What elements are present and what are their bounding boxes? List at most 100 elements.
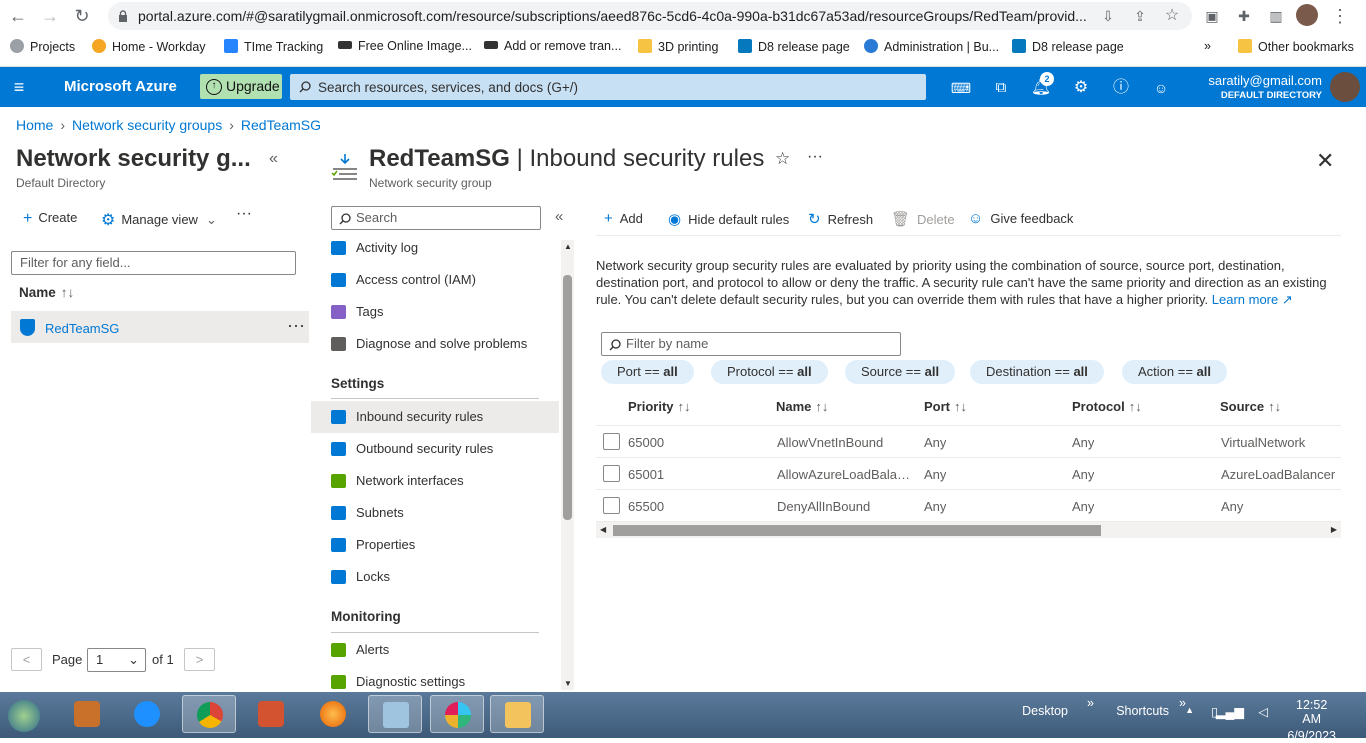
bookmark-d8-release-2[interactable]: D8 release page xyxy=(1012,39,1124,54)
puzzle-icon[interactable]: ✚ xyxy=(1234,6,1254,26)
volume-icon[interactable]: ◁ xyxy=(1258,704,1268,719)
close-icon[interactable]: ✕ xyxy=(1316,148,1334,174)
more-actions-icon[interactable]: ··· xyxy=(807,148,823,166)
menu-item-network-interfaces[interactable]: Network interfaces xyxy=(331,465,559,497)
account-info[interactable]: saratily@gmail.com DEFAULT DIRECTORY xyxy=(1208,73,1322,101)
directory-filter-icon[interactable]: ⧉ xyxy=(990,77,1012,99)
prev-page-button[interactable]: < xyxy=(11,648,42,671)
collapse-menu-icon[interactable]: « xyxy=(555,208,563,225)
menu-search-input[interactable]: Search xyxy=(331,206,541,230)
feedback-icon[interactable]: ☺ xyxy=(1150,77,1172,99)
menu-item-subnets[interactable]: Subnets xyxy=(331,497,559,529)
avatar[interactable] xyxy=(1330,72,1360,102)
upgrade-button[interactable]: Upgrade xyxy=(200,74,282,99)
download-icon[interactable]: ⇩ xyxy=(1098,6,1118,26)
column-header-name[interactable]: Name ↑↓ xyxy=(776,399,828,414)
bookmark-administration[interactable]: Administration | Bu... xyxy=(864,39,999,54)
filter-pill-action[interactable]: Action == all xyxy=(1122,360,1228,384)
table-row[interactable]: 65001 AllowAzureLoadBalan... Any Any Azu… xyxy=(596,458,1341,490)
shortcuts-toolbar[interactable]: Shortcuts xyxy=(1116,704,1169,718)
menu-item-inbound-rules[interactable]: Inbound security rules xyxy=(311,401,559,433)
reload-icon[interactable]: ↻ xyxy=(72,6,92,26)
signal-icon[interactable]: ▂▄▆ xyxy=(1216,704,1244,719)
menu-item-tags[interactable]: Tags xyxy=(331,296,559,328)
row-checkbox[interactable] xyxy=(603,433,620,450)
column-header-protocol[interactable]: Protocol ↑↓ xyxy=(1072,399,1142,414)
give-feedback-button[interactable]: ☺ Give feedback xyxy=(968,210,1073,227)
desktop-toolbar[interactable]: Desktop xyxy=(1022,704,1068,718)
menu-item-properties[interactable]: Properties xyxy=(331,529,559,561)
hide-default-rules-button[interactable]: ◉ Hide default rules xyxy=(668,210,789,228)
bookmarks-more[interactable]: » xyxy=(1204,39,1211,53)
hamburger-icon[interactable]: ≡ xyxy=(8,76,30,98)
filter-pill-source[interactable]: Source == all xyxy=(845,360,956,384)
filter-pill-destination[interactable]: Destination == all xyxy=(970,360,1104,384)
ie-icon[interactable] xyxy=(120,695,174,733)
column-header-source[interactable]: Source ↑↓ xyxy=(1220,399,1281,414)
sidepanel-icon[interactable]: ▥ xyxy=(1266,6,1286,26)
manage-view-button[interactable]: ⚙ Manage view ⌄ xyxy=(101,210,217,230)
menu-item-diagnostic-settings[interactable]: Diagnostic settings xyxy=(331,666,559,690)
menu-item-diagnose[interactable]: Diagnose and solve problems xyxy=(331,328,559,360)
learn-more-link[interactable]: Learn more ↗ xyxy=(1212,292,1293,307)
bookmark-time-tracking[interactable]: TIme Tracking xyxy=(224,39,323,54)
help-icon[interactable]: ⓘ xyxy=(1110,77,1132,99)
address-bar[interactable]: portal.azure.com/#@saratilygmail.onmicro… xyxy=(108,2,1192,30)
clock[interactable]: 12:52 AM 6/9/2023 xyxy=(1287,698,1336,743)
scroll-thumb[interactable] xyxy=(613,525,1101,536)
scroll-left-icon[interactable]: ◀ xyxy=(600,525,606,534)
name-column-header[interactable]: Name ↑↓ xyxy=(19,285,74,300)
row-checkbox[interactable] xyxy=(603,465,620,482)
refresh-button[interactable]: ↻ Refresh xyxy=(808,210,873,228)
cell-name[interactable]: AllowVnetInBound xyxy=(777,435,915,450)
extension-icon[interactable]: ▣ xyxy=(1202,6,1222,26)
favorite-star-icon[interactable]: ☆ xyxy=(775,149,790,169)
scroll-down-icon[interactable]: ▼ xyxy=(564,679,572,688)
page-select[interactable]: 1 ⌄ xyxy=(87,648,146,672)
scroll-up-icon[interactable]: ▲ xyxy=(564,242,572,251)
back-icon[interactable]: ← xyxy=(8,6,28,26)
scroll-right-icon[interactable]: ▶ xyxy=(1331,525,1337,534)
tray-expand-icon[interactable]: ▲ xyxy=(1185,705,1194,715)
filter-pill-protocol[interactable]: Protocol == all xyxy=(711,360,828,384)
add-button[interactable]: + Add xyxy=(604,210,643,227)
scroll-thumb[interactable] xyxy=(563,275,572,520)
bookmark-remove[interactable]: Add or remove tran... xyxy=(484,39,621,53)
table-scrollbar[interactable]: ◀ ▶ xyxy=(596,522,1341,538)
menu-item-alerts[interactable]: Alerts xyxy=(331,634,559,666)
filter-field-input[interactable]: Filter for any field... xyxy=(11,251,296,275)
delete-button[interactable]: 🗑︎ Delete xyxy=(891,210,955,228)
bookmark-projects[interactable]: Projects xyxy=(10,39,75,54)
bookmark-d8-release[interactable]: D8 release page xyxy=(738,39,850,54)
explorer-icon[interactable] xyxy=(490,695,544,733)
cell-name[interactable]: DenyAllInBound xyxy=(777,499,915,514)
menu-item-outbound-rules[interactable]: Outbound security rules xyxy=(331,433,559,465)
row-more-icon[interactable]: ··· xyxy=(287,315,305,336)
cell-name[interactable]: AllowAzureLoadBalan... xyxy=(777,467,915,482)
menu-item-iam[interactable]: Access control (IAM) xyxy=(331,264,559,296)
bookmark-other[interactable]: Other bookmarks xyxy=(1238,39,1354,54)
cloud-shell-icon[interactable]: ⌨ xyxy=(950,77,972,99)
menu-item-locks[interactable]: Locks xyxy=(331,561,559,593)
brand-title[interactable]: Microsoft Azure xyxy=(64,78,177,95)
create-button[interactable]: + Create xyxy=(23,210,77,228)
collapse-left-icon[interactable]: « xyxy=(269,150,278,168)
toolbar-expand-icon[interactable]: » xyxy=(1087,696,1094,710)
bookmark-3d-printing[interactable]: 3D printing xyxy=(638,39,718,54)
row-checkbox[interactable] xyxy=(603,497,620,514)
more-options-icon[interactable]: ··· xyxy=(236,205,252,223)
global-search-input[interactable]: Search resources, services, and docs (G+… xyxy=(290,74,926,100)
column-header-priority[interactable]: Priority ↑↓ xyxy=(628,399,691,414)
app-icon-1[interactable] xyxy=(60,695,114,733)
app-icon-2[interactable] xyxy=(244,695,298,733)
gear-icon[interactable]: ⚙ xyxy=(1070,77,1092,99)
slack-icon[interactable] xyxy=(430,695,484,733)
browser-menu-icon[interactable]: ⋮ xyxy=(1330,6,1350,26)
notepad-icon[interactable] xyxy=(368,695,422,733)
list-item-name[interactable]: RedTeamSG xyxy=(45,321,119,336)
table-row[interactable]: 65500 DenyAllInBound Any Any Any xyxy=(596,490,1341,522)
breadcrumb-nsg[interactable]: Network security groups xyxy=(72,117,222,133)
filter-pill-port[interactable]: Port == all xyxy=(601,360,694,384)
next-page-button[interactable]: > xyxy=(184,648,215,671)
bookmark-image[interactable]: Free Online Image... xyxy=(338,39,472,53)
